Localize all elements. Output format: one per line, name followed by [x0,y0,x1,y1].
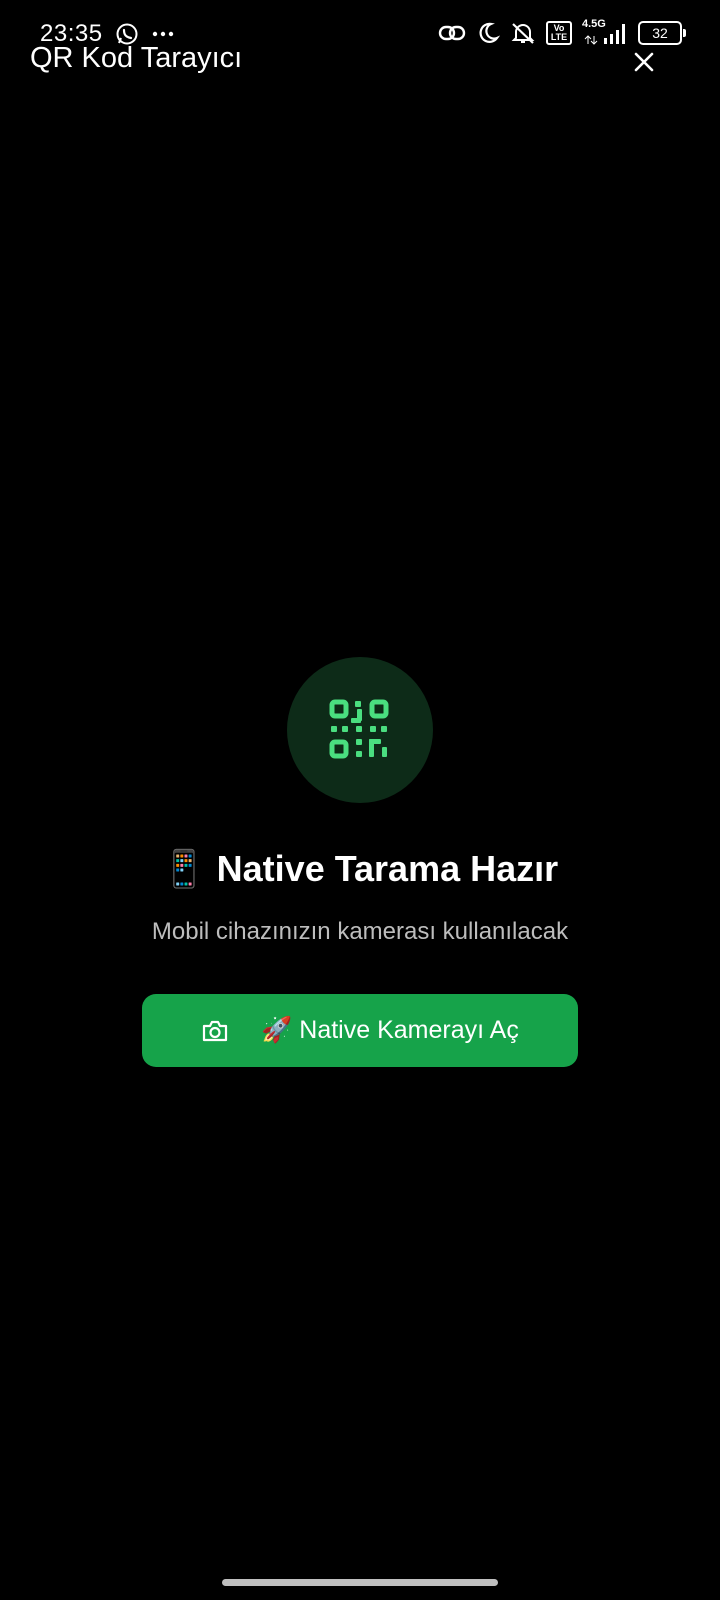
volte-icon: Vo LTE [546,21,572,45]
status-right: Vo LTE 4.5G 32 [438,18,686,46]
moon-icon [476,21,500,45]
camera-icon [201,1019,229,1043]
open-native-camera-button[interactable]: 🚀 Native Kamerayı Aç [142,994,578,1067]
home-indicator[interactable] [222,1579,498,1586]
qr-code-icon [329,699,389,759]
close-button[interactable] [630,48,658,76]
subtitle: Mobil cihazınızın kamerası kullanılacak [151,918,569,945]
link-icon [438,22,466,44]
signal-icon: 4.5G [582,18,628,46]
button-label: 🚀 Native Kamerayı Aç [261,1016,519,1045]
scan-ready-heading: 📱 Native Tarama Hazır [0,848,720,890]
heading-text: Native Tarama Hazır [216,848,559,889]
phone-emoji: 📱 [161,848,207,889]
button-label-text: Native Kamerayı Aç [299,1016,519,1044]
page-title: QR Kod Tarayıcı [30,42,243,74]
qr-icon-circle [287,657,433,803]
close-icon [634,52,654,72]
more-dots-icon [151,30,175,38]
battery-icon: 32 [638,21,686,45]
rocket-emoji: 🚀 [261,1016,293,1044]
mute-icon [510,21,536,45]
